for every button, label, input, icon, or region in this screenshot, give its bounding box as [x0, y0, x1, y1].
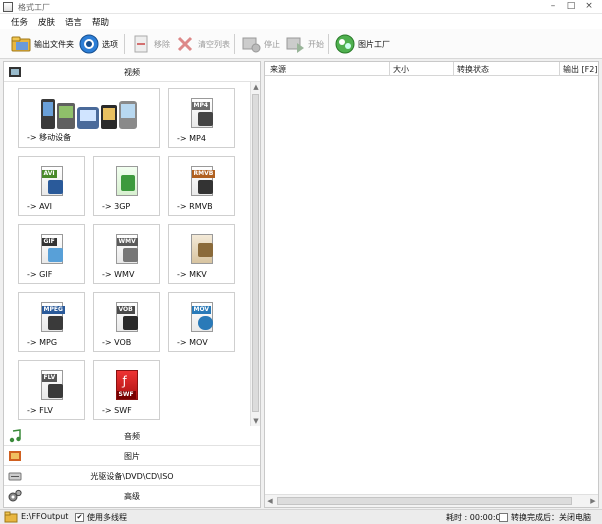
stop-icon: [240, 33, 262, 55]
tile-mkv[interactable]: -> MKV: [168, 224, 235, 284]
tile-swf[interactable]: SWF ƒ -> SWF: [93, 360, 160, 420]
tile-mobile-device[interactable]: -> 移动设备: [18, 88, 160, 148]
task-list: 来源 大小 转换状态 输出 [F2] ◀ ▶: [264, 61, 599, 508]
tile-vob[interactable]: VOB -> VOB: [93, 292, 160, 352]
elapsed-time: 耗时 : 00:00:00: [446, 513, 506, 522]
column-output[interactable]: 输出 [F2]: [563, 64, 597, 75]
remove-icon: [130, 33, 152, 55]
category-panel: 视频 -> 移动设备 MP4 -> MP4 AVI -> AVI -> 3GP …: [3, 61, 261, 508]
maximize-button[interactable]: □: [562, 0, 580, 14]
after-convert-label: 转换完成后：关闭电脑: [511, 513, 591, 522]
output-path[interactable]: E:\FFOutput: [21, 512, 68, 521]
category-picture[interactable]: 图片: [4, 446, 260, 466]
after-convert-checkbox[interactable]: [499, 513, 508, 522]
start-icon: [284, 33, 306, 55]
column-divider: [559, 62, 560, 75]
avi-format-icon: AVI: [38, 164, 66, 198]
start-button[interactable]: 开始: [284, 32, 324, 56]
menu-bar: 任务 皮肤 语言 帮助: [0, 14, 602, 29]
rmvb-format-icon: RMVB: [188, 164, 216, 198]
category-video[interactable]: 视频: [4, 62, 260, 82]
toolbar-separator: [124, 34, 125, 54]
remove-button[interactable]: 移除: [130, 32, 170, 56]
gif-format-icon: GIF: [38, 232, 66, 266]
window-title: 格式工厂: [18, 3, 50, 12]
app-icon: [3, 2, 13, 12]
toolbar: 输出文件夹 选项 移除 清空列表 停止 开始 图片工厂: [0, 29, 602, 59]
tile-mp4[interactable]: MP4 -> MP4: [168, 88, 235, 148]
format-grid: -> 移动设备 MP4 -> MP4 AVI -> AVI -> 3GP RMV…: [4, 82, 250, 426]
flv-format-icon: FLV: [38, 368, 66, 402]
output-folder-icon: [4, 511, 18, 524]
tile-wmv[interactable]: WMV -> WMV: [93, 224, 160, 284]
mpg-format-icon: MPEG: [38, 300, 66, 334]
category-advanced[interactable]: 高级: [4, 486, 260, 506]
swf-format-icon: SWF ƒ: [113, 368, 141, 402]
folder-icon: [10, 33, 32, 55]
vob-format-icon: VOB: [113, 300, 141, 334]
column-size[interactable]: 大小: [393, 64, 409, 75]
hscroll-thumb[interactable]: [277, 497, 572, 505]
clear-icon: [174, 33, 196, 55]
minimize-button[interactable]: –: [544, 0, 562, 14]
column-status[interactable]: 转换状态: [457, 64, 489, 75]
options-icon: [78, 33, 100, 55]
column-source[interactable]: 来源: [270, 64, 286, 75]
mov-format-icon: MOV: [188, 300, 216, 334]
scroll-right-icon[interactable]: ▶: [588, 496, 598, 506]
category-audio[interactable]: 音频: [4, 426, 260, 446]
mp4-format-icon: MP4: [188, 96, 216, 130]
mkv-format-icon: [188, 232, 216, 266]
tile-mov[interactable]: MOV -> MOV: [168, 292, 235, 352]
tile-mpg[interactable]: MPEG -> MPG: [18, 292, 85, 352]
menu-language[interactable]: 语言: [60, 14, 87, 29]
toolbar-separator: [328, 34, 329, 54]
toolbar-separator: [234, 34, 235, 54]
scroll-thumb[interactable]: [252, 94, 259, 412]
tile-3gp[interactable]: -> 3GP: [93, 156, 160, 216]
options-button[interactable]: 选项: [78, 32, 118, 56]
picture-factory-icon: [334, 33, 356, 55]
scroll-left-icon[interactable]: ◀: [265, 496, 275, 506]
stop-button[interactable]: 停止: [240, 32, 280, 56]
format-grid-scrollbar[interactable]: ▲ ▼: [250, 82, 260, 426]
multithread-label: 使用多线程: [87, 513, 127, 522]
picture-factory-button[interactable]: 图片工厂: [334, 32, 390, 56]
task-list-header: 来源 大小 转换状态 输出 [F2]: [265, 62, 598, 76]
menu-skin[interactable]: 皮肤: [33, 14, 60, 29]
column-divider: [389, 62, 390, 75]
status-bar: E:\FFOutput ✔ 使用多线程 耗时 : 00:00:00 转换完成后：…: [0, 509, 602, 524]
category-rom-device[interactable]: 光驱设备\DVD\CD\ISO: [4, 466, 260, 486]
tile-rmvb[interactable]: RMVB -> RMVB: [168, 156, 235, 216]
multithread-checkbox[interactable]: ✔: [75, 513, 84, 522]
output-folder-button[interactable]: 输出文件夹: [10, 32, 74, 56]
tile-gif[interactable]: GIF -> GIF: [18, 224, 85, 284]
menu-task[interactable]: 任务: [6, 14, 33, 29]
wmv-format-icon: WMV: [113, 232, 141, 266]
3gp-format-icon: [113, 164, 141, 198]
menu-help[interactable]: 帮助: [87, 14, 114, 29]
scroll-up-icon[interactable]: ▲: [251, 82, 261, 92]
task-list-hscrollbar[interactable]: ◀ ▶: [265, 494, 598, 507]
title-bar: 格式工厂 – □ ×: [0, 0, 602, 14]
tile-avi[interactable]: AVI -> AVI: [18, 156, 85, 216]
mobile-devices-icon: [37, 93, 141, 133]
tile-flv[interactable]: FLV -> FLV: [18, 360, 85, 420]
clear-list-button[interactable]: 清空列表: [174, 32, 230, 56]
column-divider: [453, 62, 454, 75]
close-button[interactable]: ×: [580, 0, 598, 14]
scroll-down-icon[interactable]: ▼: [251, 416, 261, 426]
